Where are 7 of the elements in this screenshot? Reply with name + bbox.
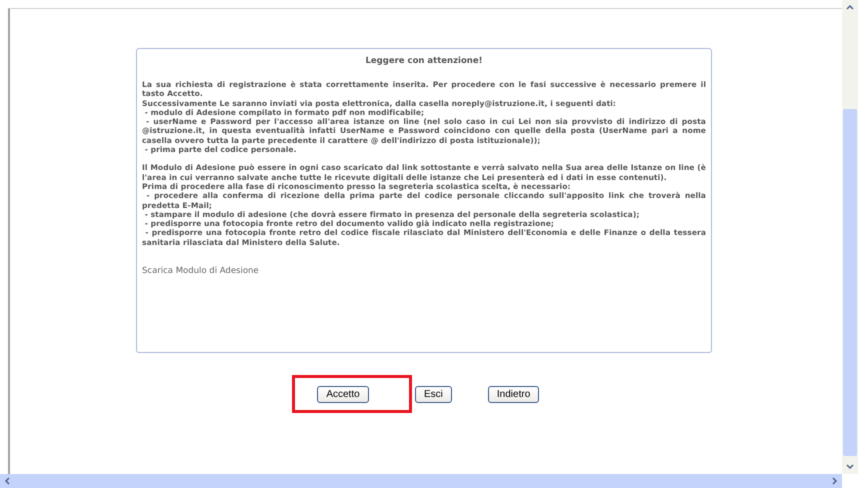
notice-title: Leggere con attenzione!: [364, 56, 484, 66]
action-button[interactable]: Esci: [415, 386, 452, 402]
action-button[interactable]: Accetto: [317, 386, 369, 402]
action-button[interactable]: Indietro: [488, 386, 540, 402]
horizontal-scrollbar[interactable]: [0, 474, 842, 488]
vertical-scrollbar[interactable]: [842, 0, 858, 474]
download-link[interactable]: Scarica Modulo di Adesione: [142, 266, 259, 276]
